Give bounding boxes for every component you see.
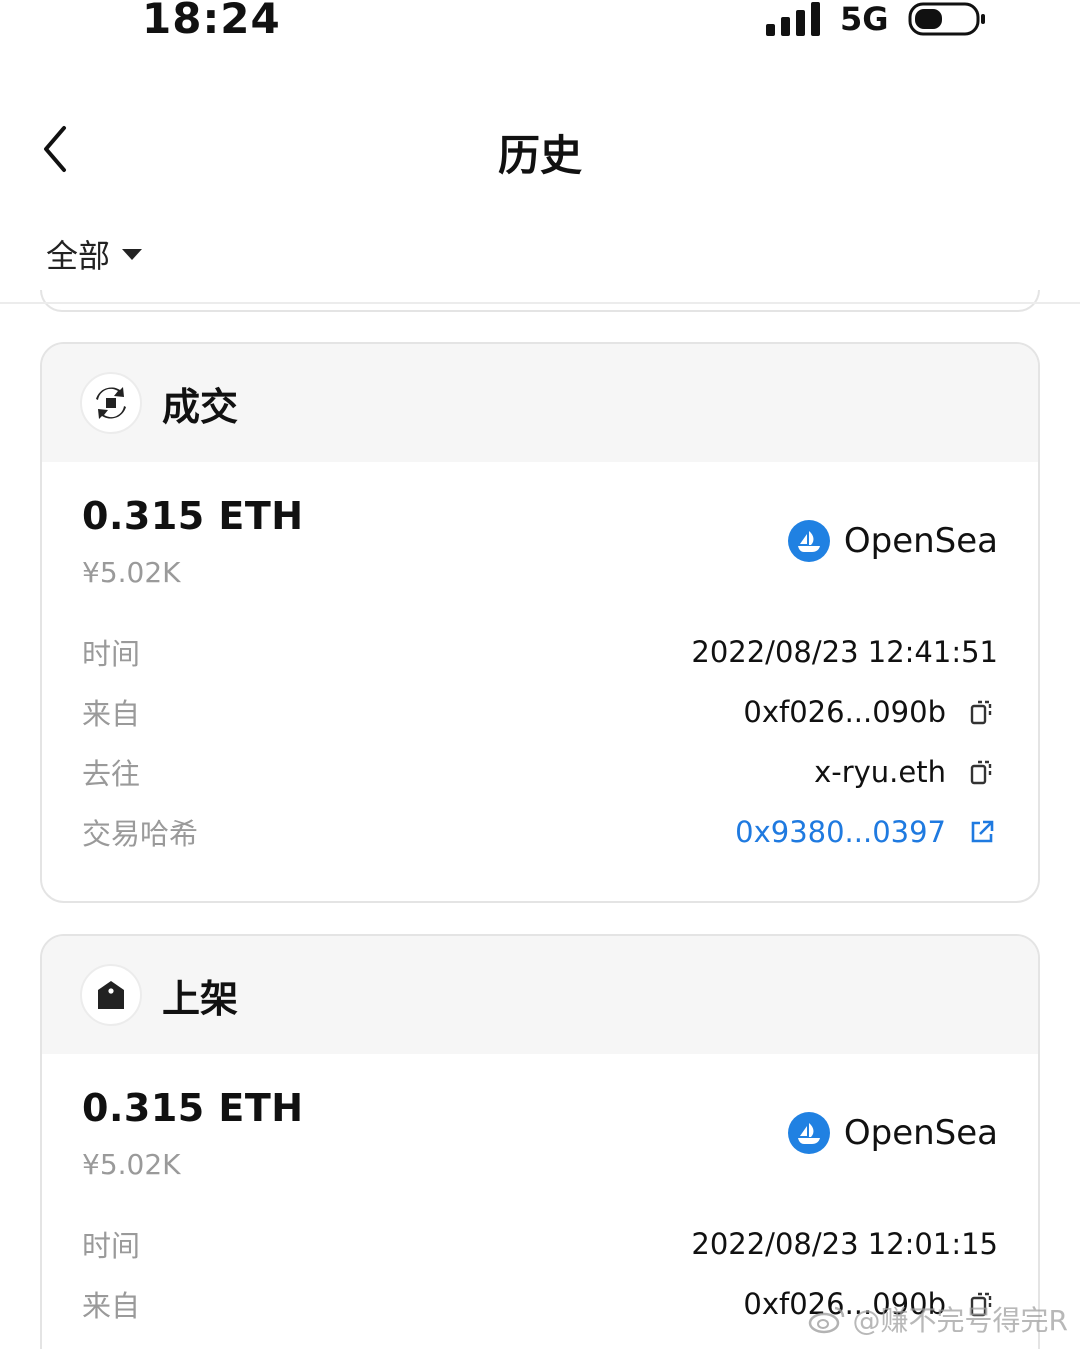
fiat-amount: ¥5.02K [82,1148,181,1181]
type-label: 上架 [162,976,239,1021]
marketplace-name: OpenSea [843,521,998,561]
detail-row-time: 时间 2022/08/23 12:41:51 [82,630,998,674]
row-value: 2022/08/23 12:41:51 [691,635,998,669]
row-value: x-ryu.eth [814,755,946,789]
detail-row-from: 来自 0xf026...090b [82,690,998,734]
row-value: 0xf026...090b [743,695,946,729]
network-label: 5G [840,0,889,38]
watermark: @赚不完号得完R [807,1299,1068,1339]
copy-icon[interactable] [966,696,998,728]
card-header: 成交 [42,344,1038,462]
nav-bar: 历史 [0,100,1080,200]
detail-row-tx-hash: 交易哈希 0x9380...0397 [82,810,998,854]
card-body: 0.315 ETH ¥5.02K OpenSea 时间 2022/08/23 1… [42,462,1038,901]
divider [0,302,1080,304]
history-card-sale: 成交 0.315 ETH ¥5.02K OpenSea 时间 2022/08/2… [40,342,1040,903]
row-label: 时间 [82,1229,141,1263]
marketplace-link[interactable]: OpenSea [787,1112,998,1154]
row-label: 交易哈希 [82,817,199,851]
previous-card-edge [40,290,1040,312]
row-label: 去往 [82,757,141,791]
row-label: 时间 [82,637,141,671]
status-time: 18:24 [142,0,281,43]
fiat-amount: ¥5.02K [82,556,181,589]
tx-hash-link[interactable]: 0x9380...0397 [735,815,946,849]
type-label: 成交 [162,384,239,429]
caret-down-icon [122,248,143,260]
external-link-icon[interactable] [966,816,998,848]
copy-icon[interactable] [966,756,998,788]
card-header: 上架 [42,936,1038,1054]
amount: 0.315 ETH [82,1086,304,1130]
filter-label: 全部 [46,237,111,275]
marketplace-name: OpenSea [843,1113,998,1153]
weibo-logo-icon [808,1306,844,1334]
watermark-text: @赚不完号得完R [852,1304,1068,1337]
detail-row-to: 去往 x-ryu.eth [82,750,998,794]
page-title: 历史 [497,131,582,180]
row-label: 来自 [82,1289,141,1323]
opensea-logo-icon [787,1112,830,1154]
detail-row-time: 时间 2022/08/23 12:01:15 [82,1222,998,1266]
sale-type-icon [80,372,142,434]
marketplace-link[interactable]: OpenSea [787,520,998,562]
row-value: 2022/08/23 12:01:15 [691,1227,998,1261]
signal-strength-icon [766,2,820,36]
opensea-logo-icon [787,520,830,562]
row-label: 来自 [82,697,141,731]
tag-icon [80,964,142,1026]
battery-icon [908,2,985,36]
history-card-listing: 上架 0.315 ETH ¥5.02K OpenSea 时间 2022/08/2… [40,934,1040,1349]
filter-dropdown[interactable]: 全部 [46,232,143,276]
amount: 0.315 ETH [82,494,304,538]
status-bar: 18:24 5G [0,0,1080,50]
